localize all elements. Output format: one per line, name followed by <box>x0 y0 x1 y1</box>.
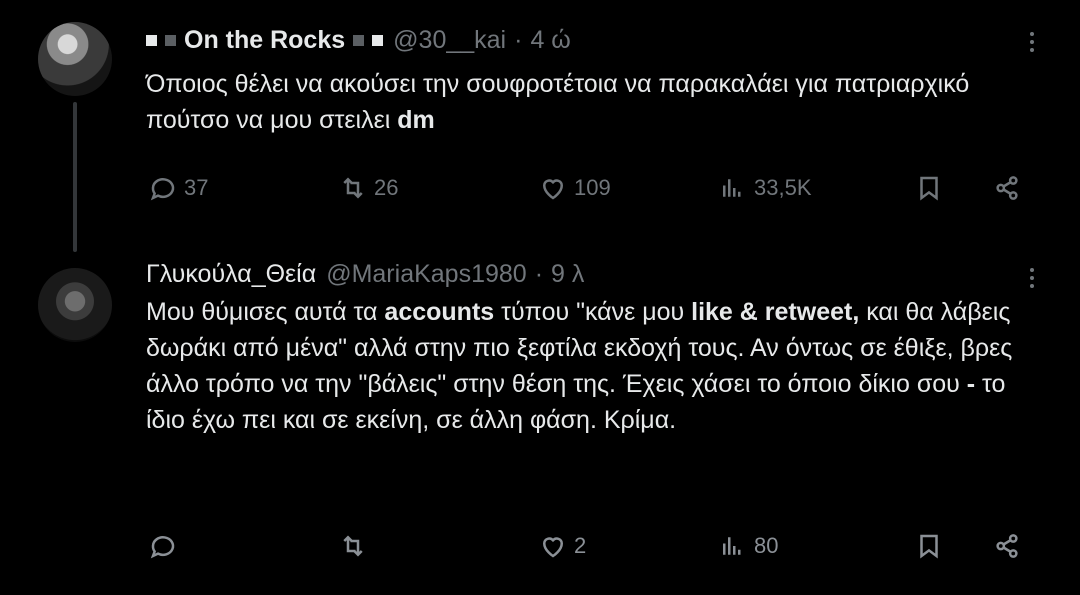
repost-icon <box>343 177 363 199</box>
tweet-actions: 2 80 <box>148 526 1038 566</box>
reply-button[interactable]: 37 <box>148 168 208 208</box>
bookmark-button[interactable] <box>914 168 944 208</box>
reply-button[interactable] <box>148 526 184 566</box>
repost-button[interactable]: 26 <box>338 168 398 208</box>
square-icon <box>146 34 157 46</box>
reply-icon <box>150 178 175 201</box>
separator-dot: · <box>534 260 544 288</box>
square-icon <box>353 34 365 46</box>
tweet-text-part: accounts <box>384 298 495 326</box>
views-button[interactable]: 80 <box>718 526 778 566</box>
views-icon <box>723 179 741 197</box>
reply-icon <box>150 536 175 559</box>
bookmark-button[interactable] <box>914 526 944 566</box>
avatar[interactable] <box>38 268 112 342</box>
square-icon <box>372 34 384 46</box>
tweet-header: Γλυκούλα_Θεία @MariaKaps1980 · 9 λ <box>146 258 584 290</box>
user-handle[interactable]: @30__kai <box>393 24 506 56</box>
tweet-text-part: Μου θύμισες αυτά τα <box>146 298 385 326</box>
tweet-text-part: τύπου "κάνε μου <box>494 298 692 326</box>
tweet-text-part: Όποιος θέλει να ακούσει την σουφροτέτοια… <box>146 70 970 134</box>
tweet-header: On the Rocks @30__kai · 4 ώ <box>146 24 571 56</box>
display-name[interactable]: On the Rocks <box>146 24 384 56</box>
like-button[interactable]: 2 <box>538 526 586 566</box>
views-icon <box>723 537 741 555</box>
tweet-reply[interactable]: Γλυκούλα_Θεία @MariaKaps1980 · 9 λ Μου θ… <box>0 250 1080 595</box>
bookmark-icon <box>920 176 938 201</box>
display-name-text[interactable]: On the Rocks <box>184 24 345 56</box>
conversation-thread: On the Rocks @30__kai · 4 ώ Όποιος θέλει… <box>0 0 1080 595</box>
repost-count: 26 <box>374 175 399 200</box>
square-icon <box>165 34 176 46</box>
thread-connector-line <box>73 102 77 252</box>
like-count: 2 <box>574 533 587 558</box>
bookmark-icon <box>920 534 938 559</box>
tweet-actions: 37 26 109 33,5K <box>148 168 1038 208</box>
share-icon <box>996 534 1018 558</box>
views-count: 80 <box>754 533 779 558</box>
tweet-text-part: dm <box>397 106 435 134</box>
like-count: 109 <box>574 175 611 200</box>
views-count: 33,5K <box>754 175 812 200</box>
share-button[interactable] <box>992 526 1022 566</box>
timestamp[interactable]: 9 λ <box>551 258 584 290</box>
avatar[interactable] <box>38 22 112 96</box>
share-icon <box>996 176 1018 200</box>
separator-dot: · <box>514 26 523 54</box>
like-button[interactable]: 109 <box>538 168 611 208</box>
timestamp[interactable]: 4 ώ <box>530 24 570 56</box>
more-icon[interactable] <box>1020 26 1044 58</box>
repost-button[interactable] <box>338 526 374 566</box>
user-handle[interactable]: @MariaKaps1980 <box>326 258 527 290</box>
tweet-original[interactable]: On the Rocks @30__kai · 4 ώ Όποιος θέλει… <box>0 0 1080 252</box>
like-icon <box>542 537 564 558</box>
more-icon[interactable] <box>1020 262 1044 294</box>
repost-icon <box>343 535 363 557</box>
tweet-text-part: - <box>966 370 976 398</box>
share-button[interactable] <box>992 168 1022 208</box>
tweet-text: Μου θύμισες αυτά τα accounts τύπου "κάνε… <box>146 294 1046 438</box>
tweet-text-part: like & retweet, <box>691 298 860 326</box>
reply-count: 37 <box>184 175 209 200</box>
views-button[interactable]: 33,5K <box>718 168 812 208</box>
tweet-text: Όποιος θέλει να ακούσει την σουφροτέτοια… <box>146 66 1046 138</box>
display-name[interactable]: Γλυκούλα_Θεία <box>146 258 316 290</box>
like-icon <box>542 179 564 200</box>
